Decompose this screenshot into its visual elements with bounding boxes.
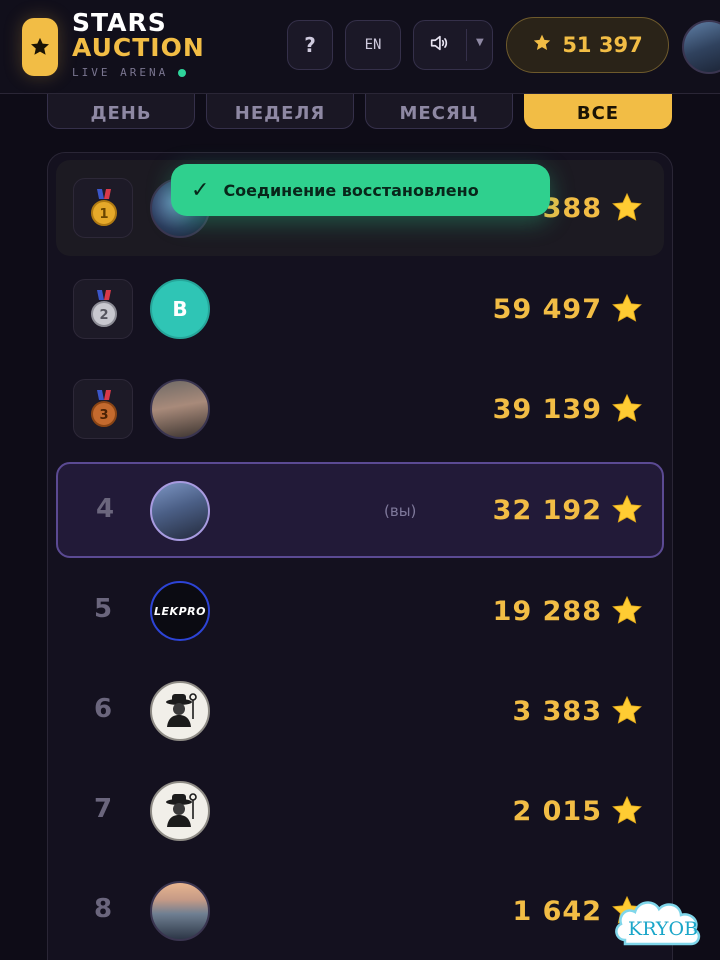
avatar: [150, 781, 210, 841]
score: 388: [543, 186, 644, 230]
score-value: 3 383: [512, 695, 602, 727]
silver-medal-icon: 2: [73, 279, 133, 339]
avatar: [150, 379, 210, 439]
leaderboard-row-4-you[interactable]: 4 (вы) 32 192: [56, 462, 664, 558]
help-button[interactable]: ?: [287, 20, 333, 70]
gold-medal-icon: 1: [73, 178, 133, 238]
balance-value: 51 397: [562, 33, 643, 57]
star-icon: [532, 33, 552, 58]
svg-text:KRYOB: KRYOB: [628, 918, 698, 940]
svg-text:3: 3: [99, 408, 108, 423]
leaderboard-row-8[interactable]: 8 1 642: [56, 863, 664, 959]
sound-divider: [466, 29, 467, 61]
star-icon: [610, 794, 644, 828]
language-button[interactable]: EN: [345, 20, 401, 70]
check-icon: ✓: [191, 177, 210, 203]
profile-avatar[interactable]: [682, 20, 720, 74]
score-value: 19 288: [492, 595, 602, 627]
score: 3 383: [512, 689, 644, 733]
svg-text:2: 2: [99, 308, 108, 323]
score-value: 32 192: [492, 494, 602, 526]
leaderboard-row-7[interactable]: 7 2 015: [56, 763, 664, 859]
rank-number: 6: [93, 694, 113, 724]
sound-button[interactable]: ▼: [413, 20, 493, 70]
leaderboard-row-2[interactable]: 2 B 59 497: [56, 261, 664, 357]
live-indicator-dot: [178, 69, 186, 77]
leaderboard-row-3[interactable]: 3 39 139: [56, 361, 664, 457]
avatar: [150, 481, 210, 541]
bronze-medal-icon: 3: [73, 379, 133, 439]
spy-icon: [160, 689, 200, 733]
rank-number: 8: [93, 894, 113, 924]
svg-text:1: 1: [99, 207, 108, 222]
app-header: STARS AUCTION LIVE ARENA ? EN ▼ 51 397: [0, 0, 720, 94]
avatar: LEKPRO: [150, 581, 210, 641]
rank-number: 4: [95, 494, 115, 524]
chevron-down-icon[interactable]: ▼: [476, 37, 484, 48]
avatar: [150, 881, 210, 941]
score: 2 015: [512, 789, 644, 833]
star-icon: [610, 191, 644, 225]
logo-title-auction: AUCTION: [72, 33, 205, 62]
score-value: 388: [542, 192, 602, 224]
logo-subtitle: LIVE ARENA: [72, 66, 169, 79]
score: 59 497: [493, 287, 644, 331]
leaderboard-row-5[interactable]: 5 LEKPRO 19 288: [56, 563, 664, 659]
connection-restored-toast: ✓ Соединение восстановлено: [171, 164, 550, 216]
rank-number: 7: [93, 794, 113, 824]
star-icon: [610, 694, 644, 728]
page: ДЕНЬ НЕДЕЛЯ МЕСЯЦ ВСЕ STARS AUCTION LIVE…: [0, 0, 720, 960]
score-value: 59 497: [492, 293, 602, 325]
you-label: (вы): [384, 502, 417, 520]
leaderboard-row-6[interactable]: 6 3 383: [56, 663, 664, 759]
score-value: 1 642: [512, 895, 602, 927]
speaker-icon: [428, 32, 450, 58]
logo-star-icon: [22, 18, 58, 76]
spy-icon: [160, 789, 200, 833]
star-icon: [610, 594, 644, 628]
score-value: 2 015: [512, 795, 602, 827]
toast-text: Соединение восстановлено: [223, 180, 479, 200]
rank-number: 5: [93, 594, 113, 624]
avatar: B: [150, 279, 210, 339]
score-value: 39 139: [492, 393, 602, 425]
avatar: [150, 681, 210, 741]
watermark-logo: KRYOB: [611, 888, 715, 956]
score: 19 288: [493, 589, 644, 633]
balance-button[interactable]: 51 397: [506, 17, 669, 73]
star-icon: [610, 292, 644, 326]
score: 39 139: [493, 387, 644, 431]
star-icon: [610, 392, 644, 426]
score: 32 192: [493, 488, 644, 532]
star-icon: [610, 493, 644, 527]
